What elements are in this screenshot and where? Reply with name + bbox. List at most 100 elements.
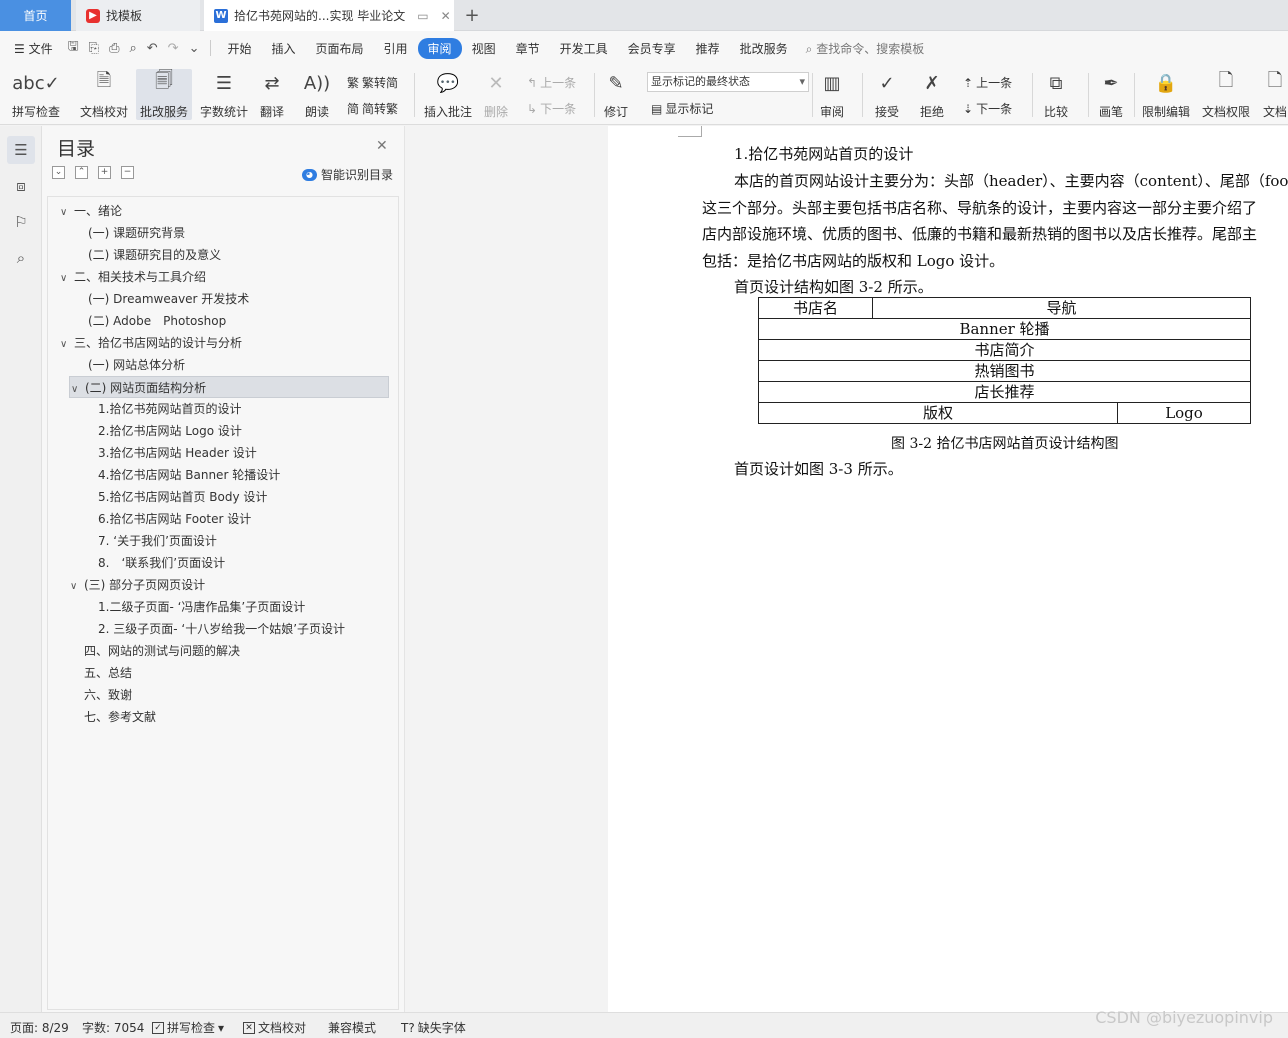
- delete-comment-button[interactable]: ✕ 删除: [482, 69, 510, 120]
- menu-insert[interactable]: 插入: [262, 40, 306, 57]
- menu-page-layout[interactable]: 页面布局: [306, 40, 374, 57]
- toc-panel-icon[interactable]: ☰: [7, 136, 35, 164]
- document-page[interactable]: 1.拾亿书苑网站首页的设计 本店的首页网站设计主要分为：头部（header）、主…: [608, 126, 1288, 1012]
- simp-to-trad-button[interactable]: 简简转繁: [347, 100, 398, 117]
- toc-item[interactable]: ∨ 三、拾亿书店网站的设计与分析: [60, 332, 242, 354]
- table-cell-nav: 导航: [872, 297, 1251, 319]
- menu-section[interactable]: 章节: [506, 40, 550, 57]
- collapse-all-icon[interactable]: ⌃: [75, 166, 88, 179]
- toc-item-label: 七、参考文献: [84, 710, 157, 724]
- toc-item[interactable]: 3.拾亿书店网站 Header 设计: [98, 442, 257, 464]
- doc-more-button[interactable]: 🗋 文档: [1261, 69, 1288, 120]
- expand-all-icon[interactable]: ⌄: [52, 166, 65, 179]
- word-count-indicator[interactable]: 字数: 7054: [82, 1019, 144, 1036]
- tab-templates[interactable]: ▶ 找模板: [76, 0, 200, 31]
- trad-to-simp-button[interactable]: 繁繁转简: [347, 74, 398, 91]
- toc-item[interactable]: ∨ (二) 网站页面结构分析: [69, 376, 389, 398]
- tab-home[interactable]: 首页: [0, 0, 71, 31]
- toc-item[interactable]: 5.拾亿书店网站首页 Body 设计: [98, 486, 267, 508]
- insert-comment-button[interactable]: 💬 插入批注: [424, 69, 472, 120]
- doc-proof-button[interactable]: 🗎 文档校对: [80, 69, 128, 120]
- accept-button[interactable]: ✓ 接受: [873, 69, 901, 120]
- print-icon[interactable]: ⎙: [104, 41, 124, 56]
- next-change-button[interactable]: ⇣ 下一条: [963, 100, 1012, 117]
- compat-mode[interactable]: 兼容模式: [328, 1019, 376, 1036]
- menu-correct-service[interactable]: 批改服务: [730, 40, 798, 57]
- show-markup-button[interactable]: ▤ 显示标记: [651, 100, 713, 117]
- toc-item[interactable]: 五、总结: [70, 662, 132, 684]
- chevron-down-icon[interactable]: ∨: [60, 334, 74, 356]
- remove-heading-icon[interactable]: −: [121, 166, 134, 179]
- toc-item[interactable]: ∨ 二、相关技术与工具介绍: [60, 266, 206, 288]
- bookmark-icon[interactable]: ⚐: [7, 208, 35, 236]
- toc-item[interactable]: 1.二级子页面- ‘冯唐作品集’子页面设计: [98, 596, 305, 618]
- read-aloud-button[interactable]: A)) 朗读: [303, 69, 331, 120]
- spellcheck-toggle[interactable]: ✓ 拼写检查 ▾: [152, 1019, 224, 1036]
- translate-button[interactable]: ⇄ 翻译: [258, 69, 286, 120]
- doc-permission-button[interactable]: 🗋 文档权限: [1202, 69, 1250, 120]
- toc-item[interactable]: 8. ‘联系我们’页面设计: [98, 552, 225, 574]
- search-icon[interactable]: ⌕: [7, 244, 35, 272]
- menu-recommend[interactable]: 推荐: [686, 40, 730, 57]
- menu-member[interactable]: 会员专享: [618, 40, 686, 57]
- smart-toc-button[interactable]: ◕ 智能识别目录: [302, 166, 393, 183]
- correct-service-button[interactable]: 🗐 批改服务: [136, 69, 192, 120]
- toc-item[interactable]: 6.拾亿书店网站 Footer 设计: [98, 508, 251, 530]
- chevron-down-icon[interactable]: ∨: [60, 202, 74, 224]
- toc-item[interactable]: 2. 三级子页面- ‘十八岁给我一个姑娘’子页设计: [98, 618, 345, 640]
- proof-status[interactable]: ✕ 文档校对: [243, 1019, 306, 1036]
- toc-item[interactable]: 7. ‘关于我们’页面设计: [98, 530, 217, 552]
- customize-chevron-icon[interactable]: ⌄: [184, 41, 205, 56]
- prev-change-button[interactable]: ⇡ 上一条: [963, 74, 1012, 91]
- export-pdf-icon[interactable]: ⎘: [84, 41, 104, 56]
- close-icon[interactable]: ✕: [441, 9, 451, 23]
- toc-item[interactable]: (一) 网站总体分析: [88, 354, 185, 376]
- restrict-edit-button[interactable]: 🔒 限制编辑: [1142, 69, 1190, 120]
- save-icon[interactable]: 🖫: [63, 37, 84, 59]
- pen-button[interactable]: ✒ 画笔: [1097, 69, 1125, 120]
- menu-reference[interactable]: 引用: [374, 40, 418, 57]
- redo-icon[interactable]: ↷: [163, 41, 184, 56]
- spellcheck-button[interactable]: abc✓ 拼写检查: [12, 69, 60, 120]
- review-pane-button[interactable]: ▥ 审阅: [818, 69, 846, 120]
- chevron-down-icon[interactable]: ∨: [60, 268, 74, 290]
- add-heading-icon[interactable]: +: [98, 166, 111, 179]
- new-tab-button[interactable]: +: [458, 0, 486, 31]
- next-comment-button[interactable]: ↳ 下一条: [527, 100, 576, 117]
- toc-item[interactable]: 2.拾亿书店网站 Logo 设计: [98, 420, 242, 442]
- revise-button[interactable]: ✎ 修订: [602, 69, 630, 120]
- menu-developer[interactable]: 开发工具: [550, 40, 618, 57]
- toc-item[interactable]: 六、致谢: [70, 684, 132, 706]
- compare-button[interactable]: ⧉ 比较: [1042, 69, 1070, 120]
- undo-icon[interactable]: ↶: [142, 41, 163, 56]
- toc-item[interactable]: (二) 课题研究目的及意义: [88, 244, 221, 266]
- chapter-nav-icon[interactable]: ⧈: [7, 172, 35, 200]
- chevron-down-icon[interactable]: ∨: [71, 379, 85, 401]
- menu-review[interactable]: 审阅: [417, 37, 462, 59]
- toc-item[interactable]: (一) Dreamweaver 开发技术: [88, 288, 249, 310]
- prev-comment-button[interactable]: ↰ 上一条: [527, 74, 576, 91]
- menu-start[interactable]: 开始: [217, 40, 261, 57]
- menu-view[interactable]: 视图: [462, 40, 506, 57]
- word-count-button[interactable]: ☰ 字数统计: [200, 69, 248, 120]
- toc-item[interactable]: (一) 课题研究背景: [88, 222, 185, 244]
- toc-item[interactable]: 1.拾亿书苑网站首页的设计: [98, 398, 241, 420]
- toc-item[interactable]: 七、参考文献: [70, 706, 156, 728]
- markup-state-select[interactable]: 显示标记的最终状态: [647, 72, 809, 92]
- page-indicator[interactable]: 页面: 8/29: [10, 1019, 69, 1036]
- reject-button[interactable]: ✗ 拒绝: [918, 69, 946, 120]
- print-preview-icon[interactable]: ⌕: [124, 41, 141, 56]
- toc-item[interactable]: (二) Adobe Photoshop: [88, 310, 226, 332]
- close-icon[interactable]: ✕: [376, 138, 388, 154]
- toc-item[interactable]: ∨ (三) 部分子页网页设计: [70, 574, 205, 596]
- tab-document[interactable]: W 拾亿书苑网站的...实现 毕业论文 ▭ ✕: [204, 0, 454, 31]
- spellcheck-status-label: 拼写检查: [167, 1021, 216, 1035]
- file-menu[interactable]: ☰ 文件: [0, 40, 63, 57]
- toc-item[interactable]: 四、网站的测试与问题的解决: [70, 640, 240, 662]
- chevron-down-icon[interactable]: ∨: [70, 576, 84, 598]
- command-search[interactable]: ⌕ 查找命令、搜索模板: [806, 40, 925, 57]
- toc-item[interactable]: 4.拾亿书店网站 Banner 轮播设计: [98, 464, 280, 486]
- missing-font-button[interactable]: T? 缺失字体: [401, 1019, 466, 1036]
- float-window-icon[interactable]: ▭: [417, 9, 428, 23]
- toc-item[interactable]: ∨ 一、绪论: [60, 200, 122, 222]
